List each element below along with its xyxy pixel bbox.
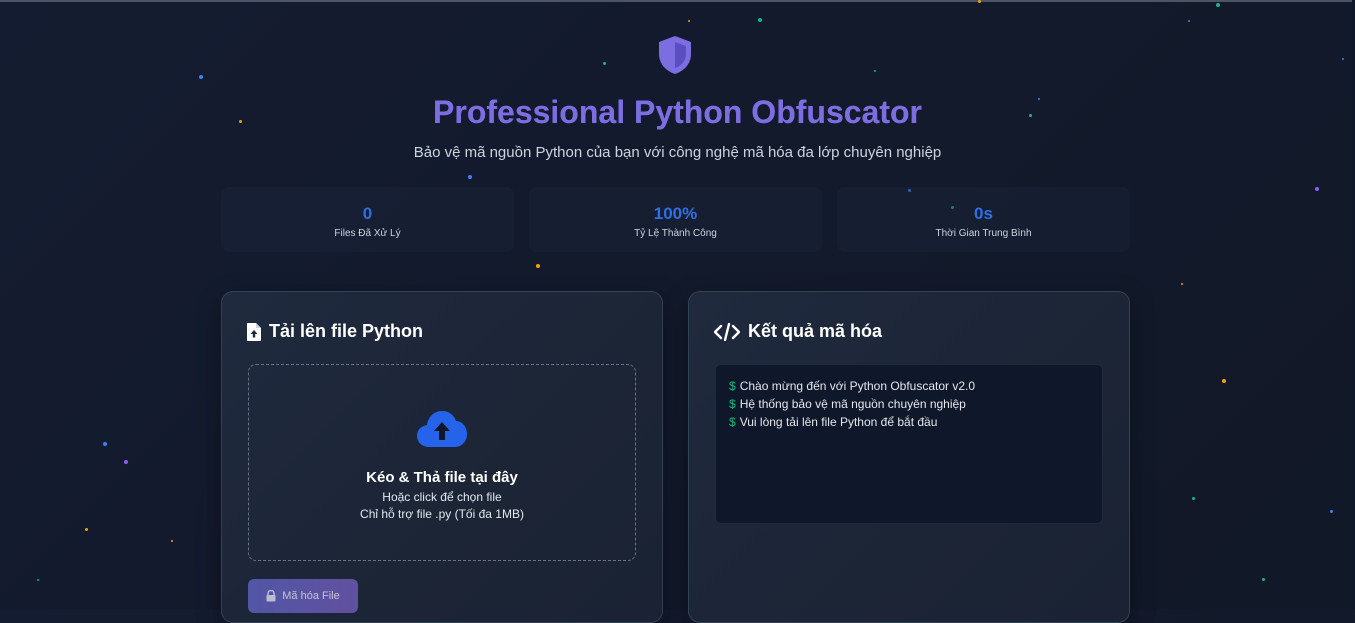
terminal-line: $ Vui lòng tải lên file Python để bắt đầu xyxy=(729,415,937,429)
particle xyxy=(37,579,39,581)
file-upload-icon xyxy=(247,322,261,341)
terminal-line-text: Hệ thống bảo vệ mã nguồn chuyên nghiệp xyxy=(739,397,966,411)
particle xyxy=(124,460,128,464)
particle xyxy=(1330,510,1333,513)
particle xyxy=(1181,283,1183,285)
particle xyxy=(1222,379,1226,383)
upload-card-title: Tải lên file Python xyxy=(247,321,423,342)
result-card: Kết quả mã hóa $ Chào mừng đến với Python… xyxy=(688,291,1130,623)
lock-icon xyxy=(266,590,276,602)
dropzone-hint: Hoặc click để chọn file xyxy=(382,490,502,504)
stat-label: Files Đã Xử Lý xyxy=(334,228,401,239)
particle xyxy=(199,75,203,79)
stat-average-time: 0s Thời Gian Trung Bình xyxy=(837,187,1130,252)
stat-files-processed: 0 Files Đã Xử Lý xyxy=(221,187,514,252)
particle xyxy=(1262,578,1265,581)
upload-card-title-text: Tải lên file Python xyxy=(269,321,424,341)
particle xyxy=(758,18,762,22)
cloud-upload-icon xyxy=(417,411,467,447)
particle xyxy=(85,528,88,531)
stat-value: 0s xyxy=(974,204,993,223)
particle xyxy=(603,62,606,65)
particle xyxy=(536,264,540,268)
dropzone-title: Kéo & Thả file tại đây xyxy=(366,469,518,486)
terminal-line-text: Chào mừng đến với Python Obfuscator v2.0 xyxy=(739,379,976,393)
result-card-title-text: Kết quả mã hóa xyxy=(748,321,883,341)
particle xyxy=(468,175,472,179)
particle xyxy=(1216,3,1220,7)
particle xyxy=(171,540,173,542)
code-icon xyxy=(714,322,740,341)
stat-value: 0 xyxy=(362,204,373,223)
result-card-title: Kết quả mã hóa xyxy=(714,321,882,342)
encrypt-file-button[interactable]: Mã hóa File xyxy=(248,579,358,613)
file-dropzone[interactable]: Kéo & Thả file tại đây Hoặc click để chọ… xyxy=(248,364,636,561)
window-top-border xyxy=(0,0,1355,2)
terminal-prompt: $ xyxy=(729,379,736,393)
terminal-line-text: Vui lòng tải lên file Python để bắt đầu xyxy=(739,415,938,429)
terminal-prompt: $ xyxy=(729,397,736,411)
terminal-line: $ Hệ thống bảo vệ mã nguồn chuyên nghiệp xyxy=(729,397,966,411)
output-terminal[interactable]: $ Chào mừng đến với Python Obfuscator v2.… xyxy=(715,364,1103,524)
terminal-line: $ Chào mừng đến với Python Obfuscator v2.… xyxy=(729,379,975,393)
particle xyxy=(1192,497,1195,500)
stat-success-rate: 100% Tỷ Lệ Thành Công xyxy=(529,187,822,252)
encrypt-file-button-label: Mã hóa File xyxy=(282,590,340,602)
page-subtitle: Bảo vệ mã nguồn Python của bạn với công … xyxy=(413,144,942,161)
page-title: Professional Python Obfuscator xyxy=(0,94,1355,131)
terminal-prompt: $ xyxy=(729,415,736,429)
stat-label: Tỷ Lệ Thành Công xyxy=(634,228,717,239)
particle xyxy=(688,20,690,22)
particle xyxy=(1188,20,1190,22)
shield-icon xyxy=(659,36,691,74)
particle xyxy=(1315,187,1319,191)
upload-card: Tải lên file Python Kéo & Thả file tại đ… xyxy=(221,291,663,623)
particle xyxy=(1342,58,1344,60)
stat-label: Thời Gian Trung Bình xyxy=(935,228,1032,239)
particle xyxy=(874,70,876,72)
dropzone-limit: Chỉ hỗ trợ file .py (Tối đa 1MB) xyxy=(360,507,524,521)
particle xyxy=(103,442,107,446)
particle xyxy=(978,0,981,3)
stat-value: 100% xyxy=(653,204,698,223)
